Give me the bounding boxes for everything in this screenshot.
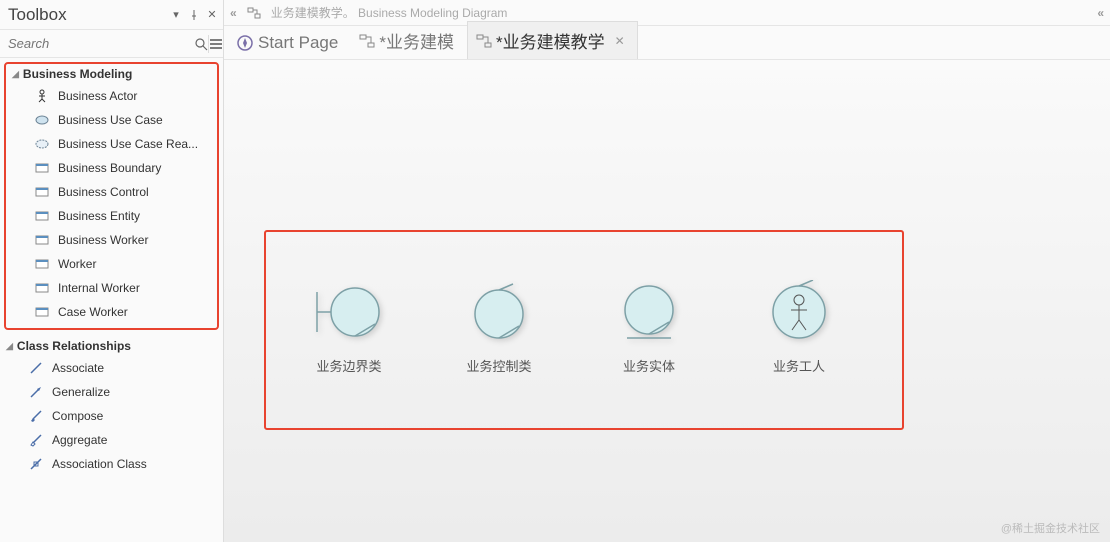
watermark: @稀土掘金技术社区: [1001, 520, 1100, 536]
rect-icon: [34, 304, 50, 320]
diagram-element-label: 业务边界类: [316, 356, 381, 375]
chevron-icon: ◢: [12, 69, 19, 80]
pin-icon[interactable]: [187, 8, 201, 22]
diagram-element[interactable]: 业务工人: [759, 280, 839, 375]
diagram-nav-icon[interactable]: [247, 6, 261, 20]
diagram-element-label: 业务控制类: [466, 356, 531, 375]
toolbox-item-label: Generalize: [52, 385, 110, 399]
oval-icon: [34, 112, 50, 128]
toolbox-item-label: Compose: [52, 409, 103, 423]
toolbox-item-label: Business Actor: [58, 89, 137, 103]
collapse-right-icon[interactable]: «: [1097, 6, 1104, 20]
rect-icon: [34, 208, 50, 224]
toolbox-item-label: Business Worker: [58, 233, 148, 247]
rect-icon: [34, 280, 50, 296]
toolbox-item-label: Business Use Case Rea...: [58, 137, 198, 151]
rect-icon: [34, 256, 50, 272]
toolbox-panel: Toolbox ▾ ✕ ◢ Business Modeling Business A…: [0, 0, 224, 542]
search-row: [0, 30, 223, 58]
close-icon[interactable]: ✕: [205, 8, 219, 22]
search-input[interactable]: [0, 32, 194, 55]
toolbox-item[interactable]: Business Control: [6, 180, 217, 204]
compass-icon: [236, 34, 254, 52]
tab[interactable]: *业务建模教学 ✕: [467, 21, 638, 59]
toolbox-item[interactable]: Case Worker: [6, 300, 217, 324]
toolbox-item-label: Worker: [58, 257, 96, 271]
diagram-icon: [359, 33, 375, 49]
toolbox-item-label: Business Use Case: [58, 113, 163, 127]
toolbox-item[interactable]: Associate: [0, 356, 223, 380]
line-box-icon: [28, 456, 44, 472]
tab-label: Start Page: [258, 33, 338, 53]
worker-icon: [759, 280, 839, 344]
rect-icon: [34, 232, 50, 248]
toolbox-item[interactable]: Business Worker: [6, 228, 217, 252]
group-label: Business Modeling: [23, 67, 132, 81]
tab-label: *业务建模: [379, 28, 454, 53]
toolbox-item[interactable]: Business Boundary: [6, 156, 217, 180]
search-icon[interactable]: [194, 31, 208, 57]
arrow-dia-open-icon: [28, 432, 44, 448]
oval-dashed-icon: [34, 136, 50, 152]
toolbox-item[interactable]: Business Use Case Rea...: [6, 132, 217, 156]
diagram-element[interactable]: 业务边界类: [309, 280, 389, 375]
diagram-canvas[interactable]: 业务边界类 业务控制类 业务实体 业务工人 @稀土掘金技术社区: [224, 60, 1110, 542]
line-icon: [28, 360, 44, 376]
arrow-tri-icon: [28, 384, 44, 400]
group-header[interactable]: ◢ Class Relationships: [0, 336, 223, 356]
main-area: « 业务建模教学。 Business Modeling Diagram « St…: [224, 0, 1110, 542]
toolbox-item[interactable]: Aggregate: [0, 428, 223, 452]
toolbox-item[interactable]: Business Entity: [6, 204, 217, 228]
control-icon: [459, 280, 539, 344]
tab-close-icon[interactable]: ✕: [615, 34, 625, 48]
toolbox-item-label: Business Boundary: [58, 161, 161, 175]
toolbox-item-label: Association Class: [52, 457, 147, 471]
toolbox-item-label: Aggregate: [52, 433, 107, 447]
toolbox-item-label: Business Entity: [58, 209, 140, 223]
entity-icon: [609, 280, 689, 344]
diagram-icon: [476, 33, 492, 49]
diagram-element-label: 业务实体: [623, 356, 675, 375]
toolbox-title: Toolbox: [8, 5, 165, 25]
tab[interactable]: Start Page: [228, 27, 351, 59]
diagram-element[interactable]: 业务控制类: [459, 280, 539, 375]
hamburger-icon[interactable]: [209, 31, 223, 57]
collapse-left-icon[interactable]: «: [230, 6, 237, 20]
toolbox-item-label: Case Worker: [58, 305, 128, 319]
diagram-element-label: 业务工人: [773, 356, 825, 375]
breadcrumb-text: 业务建模教学。 Business Modeling Diagram: [271, 4, 508, 21]
toolbox-item[interactable]: Worker: [6, 252, 217, 276]
dropdown-icon[interactable]: ▾: [169, 8, 183, 22]
toolbox-item-label: Business Control: [58, 185, 149, 199]
toolbox-item[interactable]: Generalize: [0, 380, 223, 404]
toolbox-item[interactable]: Compose: [0, 404, 223, 428]
tab-bar: Start Page *业务建模 *业务建模教学 ✕: [224, 26, 1110, 60]
arrow-dia-icon: [28, 408, 44, 424]
toolbox-item-label: Internal Worker: [58, 281, 140, 295]
toolbox-item[interactable]: Internal Worker: [6, 276, 217, 300]
actor-icon: [34, 88, 50, 104]
toolbox-item[interactable]: Business Actor: [6, 84, 217, 108]
group-label: Class Relationships: [17, 339, 131, 353]
toolbox-item[interactable]: Association Class: [0, 452, 223, 476]
toolbox-header: Toolbox ▾ ✕: [0, 0, 223, 30]
boundary-icon: [309, 280, 389, 344]
tab[interactable]: *业务建模: [351, 22, 467, 59]
diagram-element[interactable]: 业务实体: [609, 280, 689, 375]
tab-label: *业务建模教学: [496, 28, 605, 53]
toolbox-tree: ◢ Business Modeling Business Actor Business…: [0, 58, 223, 542]
toolbox-item[interactable]: Business Use Case: [6, 108, 217, 132]
rect-icon: [34, 184, 50, 200]
toolbox-item-label: Associate: [52, 361, 104, 375]
chevron-icon: ◢: [6, 341, 13, 352]
group-header[interactable]: ◢ Business Modeling: [6, 64, 217, 84]
rect-icon: [34, 160, 50, 176]
